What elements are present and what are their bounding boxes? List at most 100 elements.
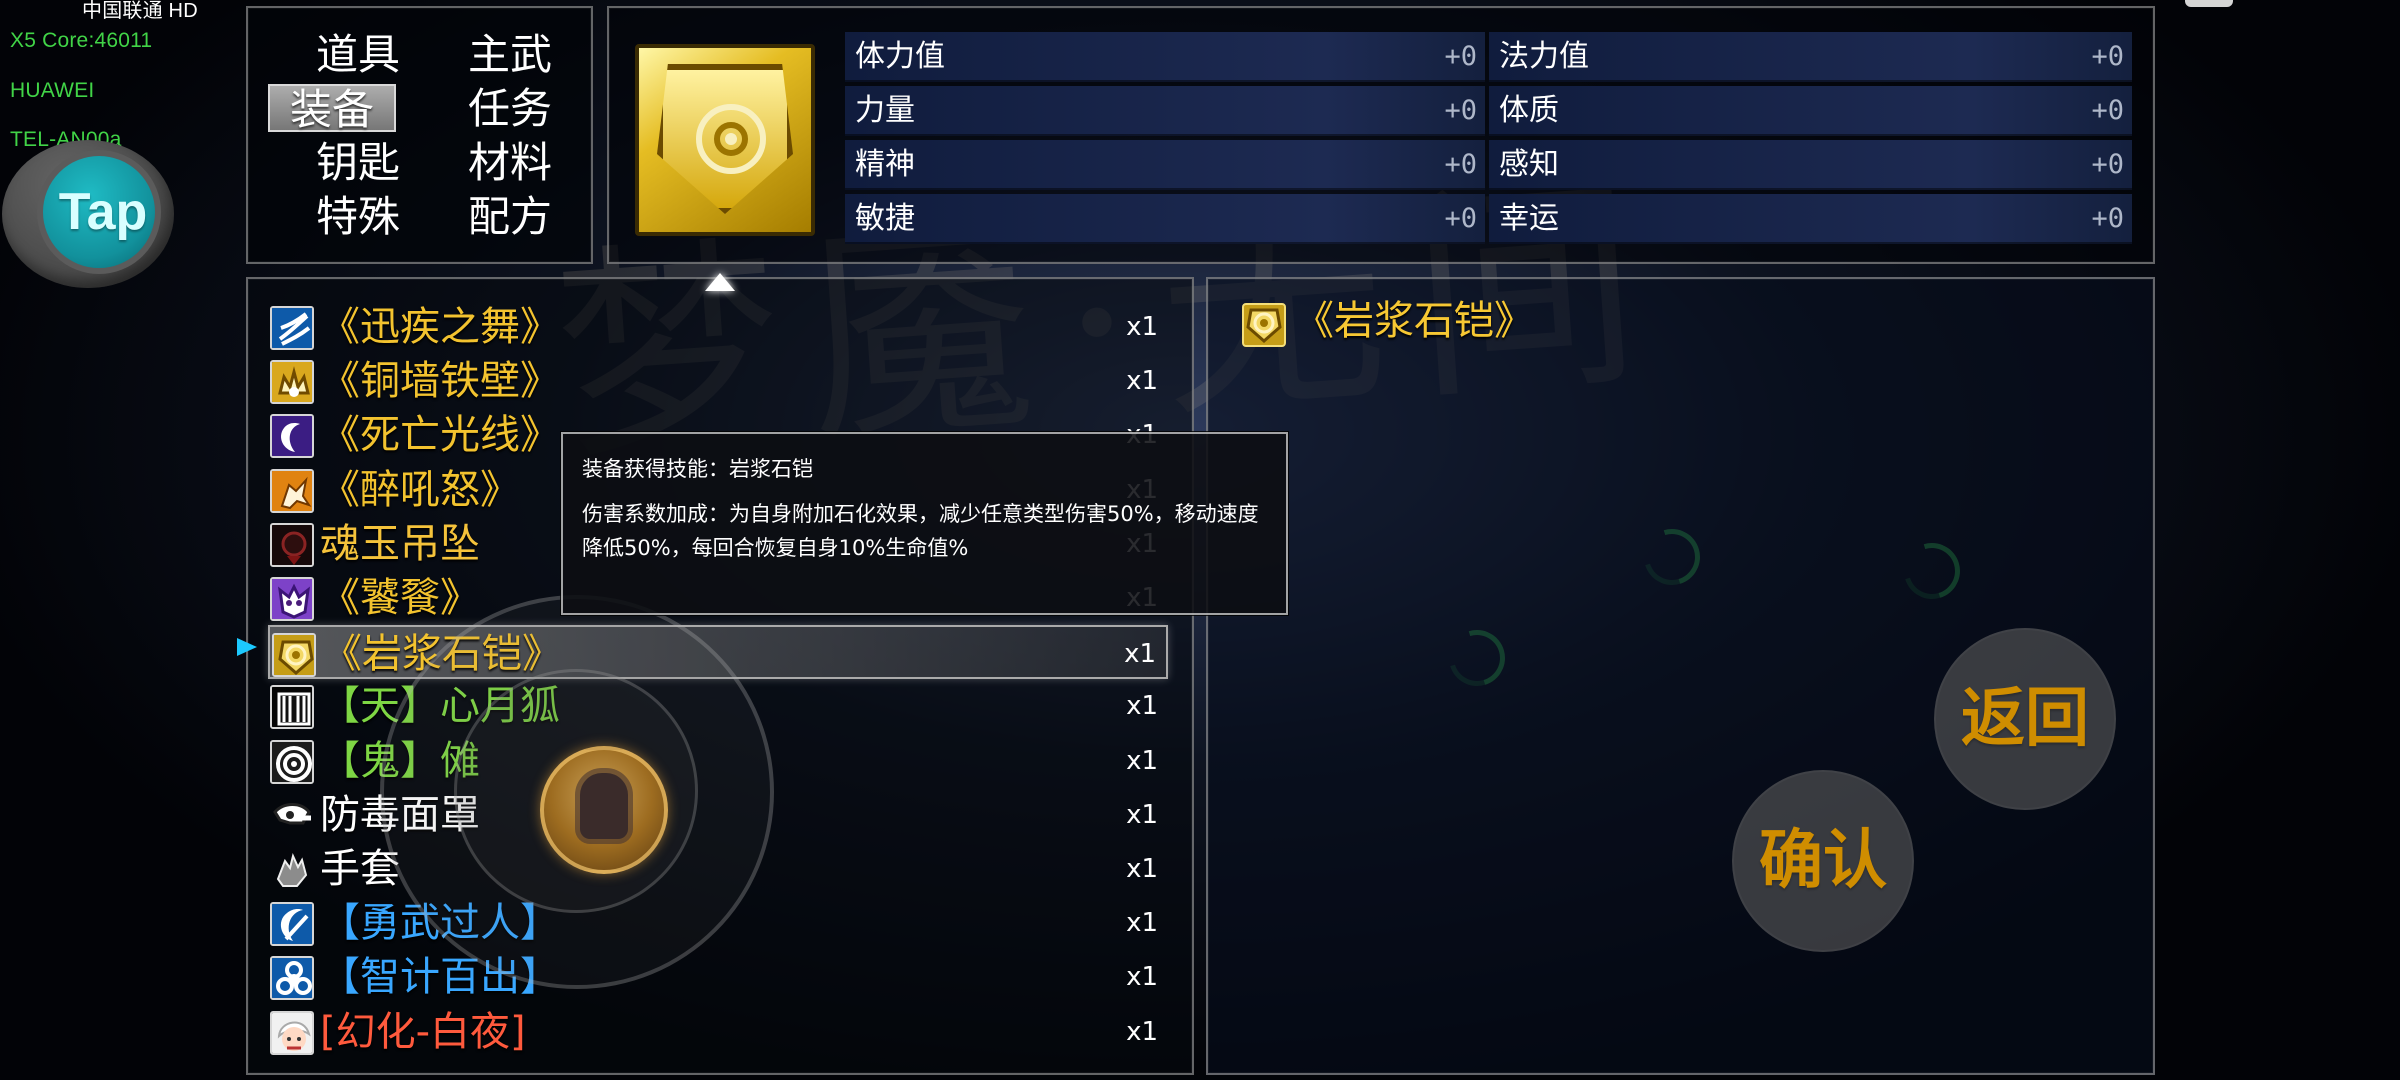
stat-luck: 幸运 +0 xyxy=(1489,194,2132,244)
blue-crescent-icon xyxy=(270,902,314,947)
stat-value: +0 xyxy=(1444,41,1477,72)
tap-floating-button[interactable]: Tap xyxy=(2,140,174,288)
category-materials[interactable]: 材料 xyxy=(446,139,574,187)
equipment-stats-panel: 体力值 +0 法力值 +0 力量 +0 体质 +0 精神 +0 感知 +0 敏捷… xyxy=(607,6,2155,264)
equipment-count: x1 xyxy=(1124,639,1156,670)
stat-value: +0 xyxy=(2091,203,2124,234)
equipment-name: 【天】心月狐 xyxy=(320,683,560,730)
purple-crescent-icon xyxy=(270,414,314,459)
inventory-category-panel: 道具 主武 装备 任务 钥匙 材料 特殊 配方 xyxy=(246,6,593,264)
equipment-name: 《迅疾之舞》 xyxy=(320,304,560,350)
equipment-count: x1 xyxy=(1126,854,1158,884)
equipment-count: x1 xyxy=(1126,1016,1158,1047)
stat-value: +0 xyxy=(1444,95,1477,126)
equipment-name: 防毒面罩 xyxy=(320,791,480,838)
gas-mask-icon xyxy=(270,794,314,838)
tooltip-description: 伤害系数加成：为自身附加石化效果，减少任意类型伤害50%，移动速度降低50%，每… xyxy=(582,502,1259,560)
category-tasks[interactable]: 任务 xyxy=(446,85,574,133)
scroll-up-arrow-icon[interactable] xyxy=(705,273,735,291)
equipment-row[interactable]: 【天】心月狐 x1 xyxy=(268,679,1168,733)
category-recipes[interactable]: 配方 xyxy=(446,193,574,241)
stat-name: 体质 xyxy=(1499,93,1559,128)
stat-name: 敏捷 xyxy=(855,201,915,236)
glove-icon xyxy=(270,848,314,892)
stat-perception: 感知 +0 xyxy=(1489,140,2132,190)
equipment-name: 手套 xyxy=(320,846,400,892)
equipment-row[interactable]: 手套 x1 xyxy=(268,842,1168,896)
selected-equipment-row[interactable]: 《岩浆石铠》 x1 xyxy=(237,625,1168,680)
blue-speed-icon xyxy=(270,306,314,350)
white-hair-avatar-icon xyxy=(270,1010,314,1055)
tap-button-core: Tap xyxy=(37,150,161,274)
stat-value: +0 xyxy=(1444,149,1477,180)
equipment-row[interactable]: 【勇武过人】 x1 xyxy=(268,896,1168,950)
equipment-name: 《铜墙铁壁》 xyxy=(320,358,560,405)
gold-wall-icon xyxy=(270,360,314,405)
dark-pendant-icon xyxy=(270,522,314,567)
x5-core-status: X5 Core:46011 xyxy=(10,29,153,52)
equipment-name: 《饕餮》 xyxy=(320,575,480,621)
equipment-name: 《醉吼怒》 xyxy=(320,466,520,513)
stat-value: +0 xyxy=(2091,149,2124,180)
confirm-button[interactable]: 确认 xyxy=(1732,770,1914,952)
device-brand: HUAWEI xyxy=(10,79,95,102)
selected-equipment-icon xyxy=(635,44,815,236)
stat-name: 幸运 xyxy=(1499,201,1559,236)
blue-biohazard-icon xyxy=(270,956,314,1001)
equipment-row[interactable]: 《迅疾之舞》 x1 xyxy=(268,300,1168,354)
equipment-name: 《岩浆石铠》 xyxy=(322,631,562,678)
equipment-name: 魂玉吊坠 xyxy=(320,520,480,567)
equipment-row[interactable]: [幻化-白夜] x1 xyxy=(268,1005,1168,1059)
equipment-count: x1 xyxy=(1126,962,1158,993)
stat-mp: 法力值 +0 xyxy=(1489,32,2132,82)
equipment-count: x1 xyxy=(1126,745,1158,776)
tap-button-label: Tap xyxy=(58,183,148,241)
equipment-name: 【智计百出】 xyxy=(320,954,560,1001)
category-special[interactable]: 特殊 xyxy=(294,193,422,241)
stat-name: 法力值 xyxy=(1499,39,1589,74)
stat-name: 精神 xyxy=(855,147,915,182)
gold-shield-icon xyxy=(272,633,316,678)
striped-mask-icon xyxy=(270,685,314,730)
detail-item-title: 《岩浆石铠》 xyxy=(1294,298,1534,344)
purple-monster-icon xyxy=(270,577,314,621)
equipment-count: x1 xyxy=(1126,366,1158,397)
stat-value: +0 xyxy=(2091,41,2124,72)
equipment-row[interactable]: 《铜墙铁壁》 x1 xyxy=(268,354,1168,408)
category-equipment[interactable]: 装备 xyxy=(268,84,396,134)
equipment-row[interactable]: 【智计百出】 x1 xyxy=(268,950,1168,1004)
inventory-list-panel[interactable]: 《迅疾之舞》 x1 《铜墙铁壁》 x1 《死亡光线》 x1 《醉吼怒》 x1 魂玉吊坠 x1 《饕餮… xyxy=(237,273,1194,1075)
green-swirl-decoration xyxy=(1439,620,1515,696)
carrier-status: 中国联通 HD xyxy=(82,0,198,22)
back-button[interactable]: 返回 xyxy=(1934,628,2116,810)
stat-constitution: 体质 +0 xyxy=(1489,86,2132,136)
equipment-count: x1 xyxy=(1126,312,1158,342)
stat-spirit: 精神 +0 xyxy=(845,140,1485,190)
stat-agility: 敏捷 +0 xyxy=(845,194,1485,244)
shield-center-gem xyxy=(725,133,737,145)
equipment-name: [幻化-白夜] xyxy=(320,1008,526,1055)
category-keys[interactable]: 钥匙 xyxy=(294,139,422,187)
character-portrait-icon xyxy=(580,773,628,839)
green-swirl-decoration xyxy=(1634,519,1710,595)
gold-shield-icon xyxy=(1242,303,1286,347)
equipment-count: x1 xyxy=(1126,691,1158,722)
top-right-status-badge xyxy=(2185,0,2233,7)
game-screen: 梦魇·无间 中国联通 HD X5 Core:46011 HUAWEI TEL-A… xyxy=(0,0,2400,1080)
equipment-name: 《死亡光线》 xyxy=(320,412,560,459)
equipment-row[interactable]: 【鬼】傩 x1 xyxy=(268,734,1168,788)
stat-value: +0 xyxy=(1444,203,1477,234)
equipment-name: 【鬼】傩 xyxy=(320,737,480,784)
ring-mask-icon xyxy=(270,739,314,784)
category-items[interactable]: 道具 xyxy=(294,31,422,79)
category-main-weapon[interactable]: 主武 xyxy=(446,31,574,79)
stat-strength: 力量 +0 xyxy=(845,86,1485,136)
green-swirl-decoration xyxy=(1894,533,1970,609)
equipment-count: x1 xyxy=(1126,908,1158,939)
equipment-skill-tooltip: 装备获得技能：岩浆石铠 伤害系数加成：为自身附加石化效果，减少任意类型伤害50%… xyxy=(561,432,1288,615)
virtual-joystick-knob[interactable] xyxy=(540,746,668,874)
equipment-name: 【勇武过人】 xyxy=(320,900,560,947)
equipment-row[interactable]: 防毒面罩 x1 xyxy=(268,788,1168,842)
equipment-count: x1 xyxy=(1126,799,1158,830)
stat-value: +0 xyxy=(2091,95,2124,126)
